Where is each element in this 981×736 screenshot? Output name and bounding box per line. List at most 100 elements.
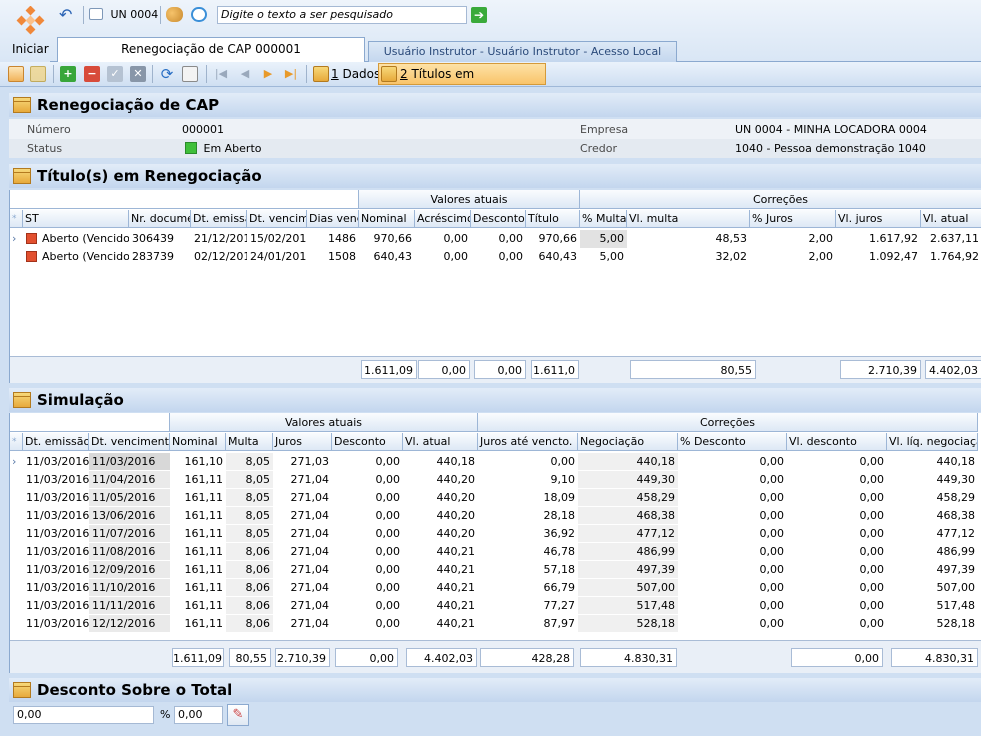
edit-icon[interactable]: ✎ — [227, 704, 249, 726]
search-input[interactable]: Digite o texto a ser pesquisado — [217, 6, 467, 24]
table-cell: 0,00 — [332, 543, 403, 561]
table-cell: 18,09 — [478, 489, 578, 507]
desconto-pct-input[interactable]: 0,00 — [174, 706, 223, 724]
tab-dados-key: 1 — [331, 67, 339, 81]
column-header[interactable]: Vl. juros — [836, 210, 921, 228]
table-cell: 517,48 — [887, 597, 978, 615]
column-header[interactable]: Dt. vencimento — [89, 433, 170, 451]
total-cell: 4.402,03 — [925, 360, 981, 379]
column-header[interactable]: Dt. vencime — [247, 210, 307, 228]
previous-record-icon[interactable]: ◀ — [237, 66, 253, 82]
table-cell: 161,11 — [170, 525, 226, 543]
desconto-valor-input[interactable]: 0,00 — [13, 706, 154, 724]
band-valores-atuais: Valores atuais — [170, 413, 478, 432]
column-header[interactable]: Vl. atual — [921, 210, 981, 228]
preview-icon[interactable] — [182, 66, 198, 82]
column-header[interactable]: Vl. desconto — [787, 433, 887, 451]
status-text: Em Aberto — [203, 142, 262, 155]
table-cell: 8,05 — [226, 471, 273, 489]
cell-text: 2,00 — [808, 250, 834, 263]
cancel-icon[interactable]: ✕ — [130, 66, 146, 82]
next-record-icon[interactable]: ▶ — [260, 66, 276, 82]
table-cell: 0,00 — [787, 471, 887, 489]
remove-icon[interactable]: − — [84, 66, 100, 82]
credor-value: 1040 - Pessoa demonstração 1040 — [735, 142, 926, 155]
simulacao-grid[interactable]: Valores atuais Correções * Dt. emissão Dt. v… — [9, 413, 981, 673]
column-header[interactable]: Nominal — [170, 433, 226, 451]
column-header[interactable]: Dias venc — [307, 210, 359, 228]
cell-text: 1508 — [328, 250, 356, 263]
column-header[interactable]: ST — [23, 210, 129, 228]
credor-label: Credor — [580, 142, 617, 155]
column-header[interactable]: Título — [526, 210, 580, 228]
cell-text: 15/02/2012 — [250, 232, 307, 245]
table-cell: 440,20 — [403, 525, 478, 543]
tab-usuario[interactable]: Usuário Instrutor - Usuário Instrutor - … — [368, 41, 677, 62]
column-header[interactable]: Desconto — [471, 210, 526, 228]
lock-icon[interactable] — [30, 66, 46, 82]
section-title-text: Título(s) em Renegociação — [37, 167, 262, 185]
column-header[interactable]: Vl. líq. negociação — [887, 433, 978, 451]
table-icon — [381, 66, 397, 82]
table-cell: 440,21 — [403, 597, 478, 615]
column-header[interactable]: Nr. documer — [129, 210, 191, 228]
last-record-icon[interactable]: ▶| — [283, 66, 299, 82]
unit-selector[interactable]: UN 0004 — [89, 6, 158, 24]
table-cell: 36,92 — [478, 525, 578, 543]
window-icon[interactable] — [191, 7, 207, 22]
first-record-icon[interactable]: |◀ — [213, 66, 229, 82]
table-cell: 2,00 — [750, 230, 836, 248]
column-header[interactable]: Dt. emissão — [191, 210, 247, 228]
tab-dados[interactable]: 1 Dados — [311, 64, 380, 84]
table-cell: 271,04 — [273, 579, 332, 597]
column-header[interactable]: Negociação — [578, 433, 678, 451]
column-header[interactable]: % Juros — [750, 210, 836, 228]
search-go-icon[interactable]: ➔ — [471, 7, 487, 23]
table-cell: 640,43 — [359, 248, 415, 266]
table-cell: 440,21 — [403, 615, 478, 633]
total-cell: 2.710,39 — [275, 648, 330, 667]
table-cell: 458,29 — [887, 489, 978, 507]
column-header[interactable]: Juros até vencto. — [478, 433, 578, 451]
app-logo-icon[interactable] — [15, 5, 45, 36]
iniciar-button[interactable]: Iniciar — [12, 42, 49, 56]
column-header[interactable]: Acréscimo — [415, 210, 471, 228]
table-cell: 0,00 — [787, 615, 887, 633]
refresh-icon[interactable]: ⟳ — [159, 66, 175, 82]
table-cell: 440,21 — [403, 579, 478, 597]
column-header[interactable]: Nominal — [359, 210, 415, 228]
table-cell: 0,00 — [678, 471, 787, 489]
table-cell: 0,00 — [787, 597, 887, 615]
table-cell: 0,00 — [787, 507, 887, 525]
column-header[interactable]: Multa — [226, 433, 273, 451]
table-cell: 11/03/2016 — [23, 489, 89, 507]
band-correcoes: Correções — [478, 413, 978, 432]
add-icon[interactable]: + — [60, 66, 76, 82]
undo-icon[interactable]: ↶ — [59, 7, 77, 23]
column-header[interactable]: Desconto — [332, 433, 403, 451]
column-header[interactable]: Vl. atual — [403, 433, 478, 451]
column-header[interactable]: Vl. multa — [627, 210, 750, 228]
tab-label: Renegociação de CAP 000001 — [121, 42, 301, 56]
table-cell: 161,11 — [170, 543, 226, 561]
table-cell: 0,00 — [332, 489, 403, 507]
table-cell: 0,00 — [787, 453, 887, 471]
cell-text: 02/12/201 — [194, 250, 247, 263]
new-record-icon[interactable] — [8, 66, 24, 82]
column-header[interactable]: Dt. emissão — [23, 433, 89, 451]
users-icon[interactable] — [166, 7, 183, 22]
table-cell: 271,04 — [273, 489, 332, 507]
row-indicator-icon — [10, 525, 23, 543]
titulos-grid[interactable]: Valores atuaisCorreções*STNr. documerDt.… — [9, 190, 981, 383]
tab-renegociacao[interactable]: Renegociação de CAP 000001 — [57, 37, 365, 63]
table-cell: 0,00 — [332, 561, 403, 579]
column-header[interactable]: % Multa — [580, 210, 627, 228]
row-indicator-icon — [10, 579, 23, 597]
column-header[interactable]: Juros — [273, 433, 332, 451]
column-header[interactable]: % Desconto — [678, 433, 787, 451]
row-indicator-icon — [10, 471, 23, 489]
confirm-icon[interactable]: ✓ — [107, 66, 123, 82]
table-cell: 5,00 — [580, 230, 627, 248]
tab-titulos[interactable]: 2 Títulos em Renegociação — [378, 63, 546, 102]
table-cell: 8,05 — [226, 453, 273, 471]
